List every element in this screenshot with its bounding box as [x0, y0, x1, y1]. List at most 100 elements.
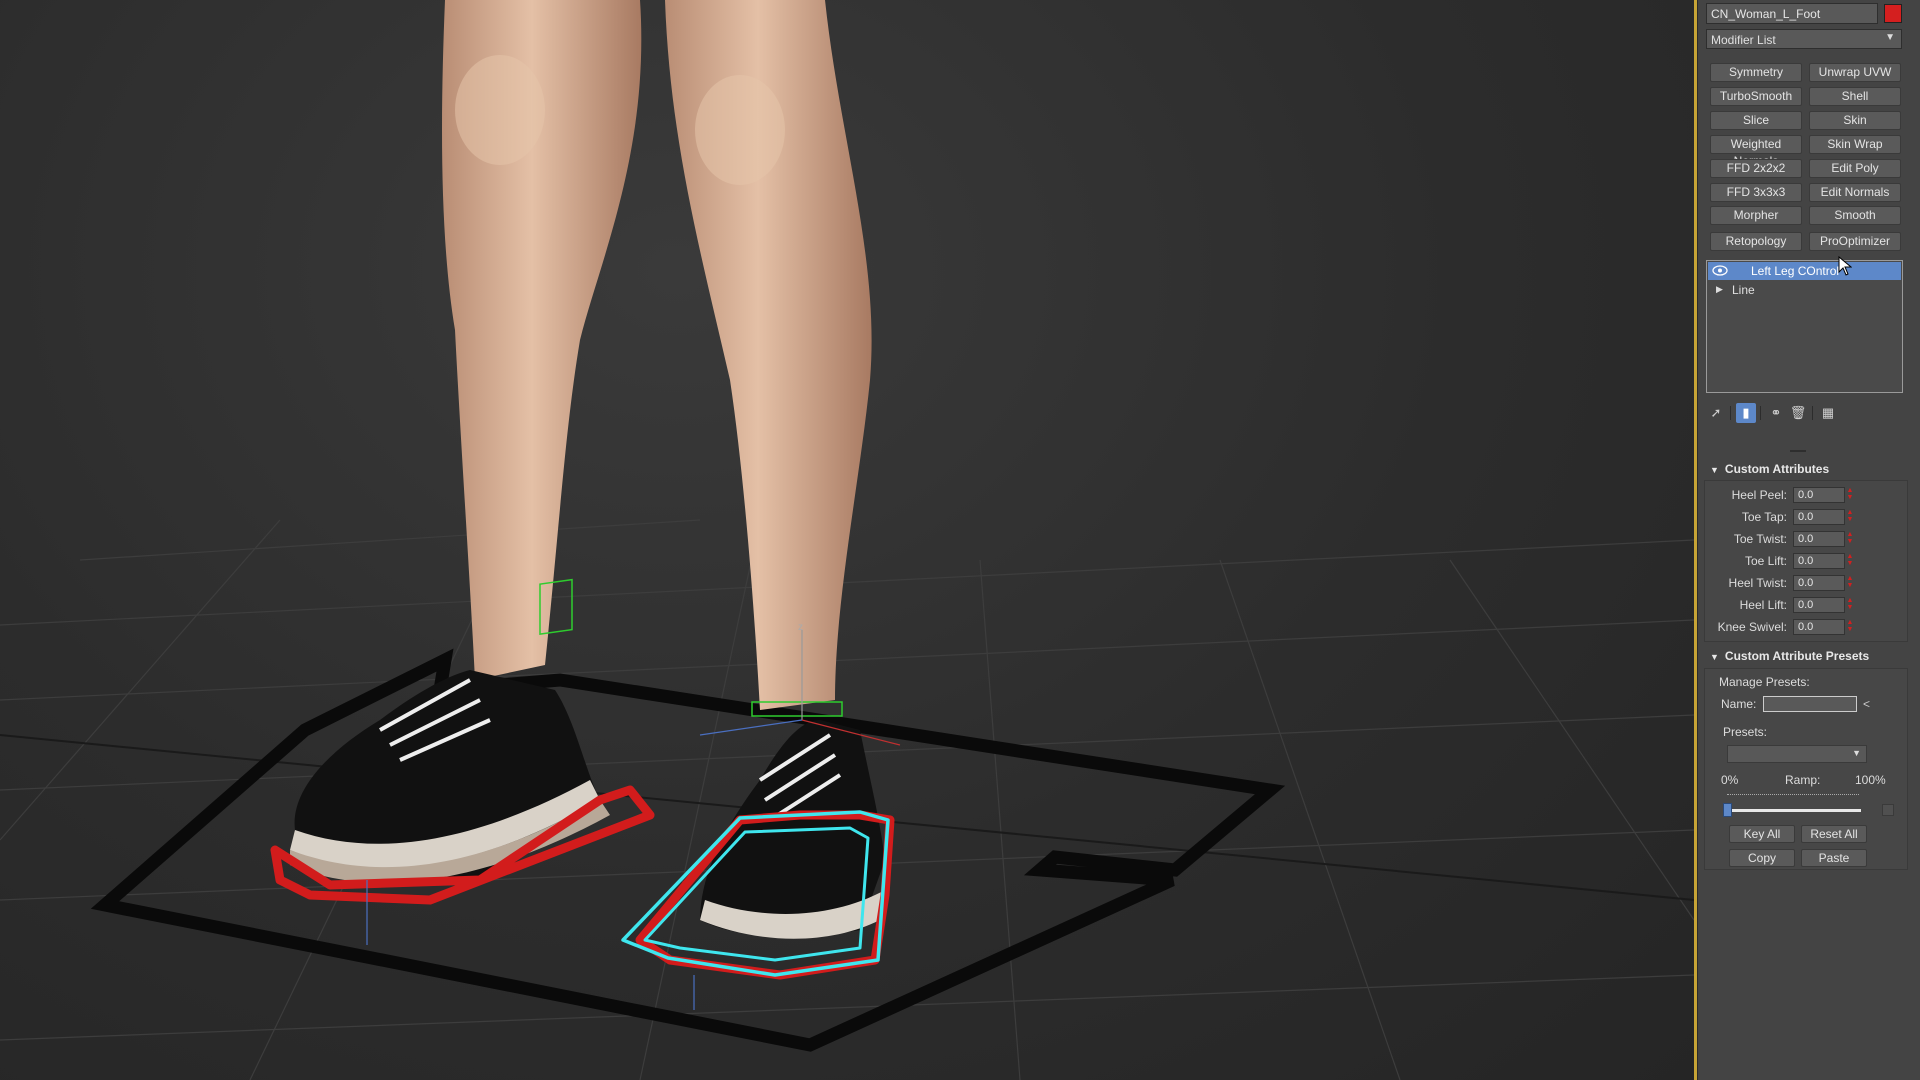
- toolbar-divider: [1812, 406, 1813, 420]
- spinner-arrows-icon[interactable]: ▲ ▼: [1846, 509, 1854, 525]
- spinner-arrows-icon[interactable]: ▲ ▼: [1846, 597, 1854, 613]
- left-sneaker: [270, 578, 655, 905]
- modifier-button-unwrap-uvw[interactable]: Unwrap UVW: [1809, 63, 1901, 82]
- paste-button[interactable]: Paste: [1801, 849, 1867, 867]
- modifier-button-prooptimizer[interactable]: ProOptimizer: [1809, 232, 1901, 251]
- attr-row-toe-lift: Toe Lift: 0.0 ▲ ▼: [1705, 553, 1905, 569]
- ramp-max-label: 100%: [1855, 773, 1886, 787]
- attr-row-heel-peel: Heel Peel: 0.0 ▲ ▼: [1705, 487, 1905, 503]
- rollout-custom-attributes-header[interactable]: ▼ Custom Attributes: [1710, 462, 1910, 480]
- ramp-ticks: [1727, 794, 1859, 798]
- stack-item-label: Line: [1732, 283, 1755, 297]
- gizmo-axis-label: z: [798, 622, 803, 633]
- stack-toolbar: ➚ ▮ ⚭ 🗑 ▦: [1706, 403, 1902, 423]
- modifier-list-label: Modifier List: [1711, 33, 1776, 47]
- toe-twist-spinner-field[interactable]: 0.0: [1793, 531, 1845, 547]
- stack-item-left-leg-control[interactable]: Left Leg COntrol: [1708, 262, 1901, 280]
- attr-label: Toe Tap:: [1741, 510, 1787, 524]
- rollout-presets-header[interactable]: ▼ Custom Attribute Presets: [1710, 649, 1910, 667]
- modifier-button-turbosmooth[interactable]: TurboSmooth: [1710, 87, 1802, 106]
- command-panel-modify: Modifier List ▼ Symmetry Unwrap UVW Turb…: [1697, 0, 1920, 1080]
- spinner-arrows-icon[interactable]: ▲ ▼: [1846, 531, 1854, 547]
- modifier-button-edit-poly[interactable]: Edit Poly: [1809, 159, 1901, 178]
- modifier-button-symmetry[interactable]: Symmetry: [1710, 63, 1802, 82]
- spinner-arrows-icon[interactable]: ▲ ▼: [1846, 487, 1854, 503]
- attr-label: Heel Peel:: [1731, 488, 1787, 502]
- attr-label: Heel Lift:: [1739, 598, 1787, 612]
- heel-lift-spinner-field[interactable]: 0.0: [1793, 597, 1845, 613]
- attr-row-knee-swivel: Knee Swivel: 0.0 ▲ ▼: [1705, 619, 1905, 635]
- ramp-min-label: 0%: [1721, 773, 1739, 787]
- modifier-button-retopology[interactable]: Retopology: [1710, 232, 1802, 251]
- attr-row-toe-tap: Toe Tap: 0.0 ▲ ▼: [1705, 509, 1905, 525]
- modifier-button-edit-normals[interactable]: Edit Normals: [1809, 183, 1901, 202]
- attr-label: Toe Lift:: [1744, 554, 1787, 568]
- presets-panel: Manage Presets: Name: < Presets: ▼ 0% Ra…: [1704, 668, 1908, 870]
- attr-row-heel-twist: Heel Twist: 0.0 ▲ ▼: [1705, 575, 1905, 591]
- modifier-button-skin-wrap[interactable]: Skin Wrap: [1809, 135, 1901, 154]
- heel-twist-spinner-field[interactable]: 0.0: [1793, 575, 1845, 591]
- ramp-key-box[interactable]: [1882, 804, 1894, 816]
- toe-lift-spinner-field[interactable]: 0.0: [1793, 553, 1845, 569]
- eye-icon[interactable]: [1712, 265, 1728, 276]
- stack-item-line[interactable]: ▶ Line: [1708, 281, 1901, 298]
- viewport-scene: z: [0, 0, 1694, 1080]
- right-sneaker: [621, 701, 895, 980]
- modifier-button-morpher[interactable]: Morpher: [1710, 206, 1802, 225]
- manage-presets-label: Manage Presets:: [1719, 675, 1810, 689]
- make-unique-icon[interactable]: ⚭: [1766, 403, 1786, 423]
- rollout-title: Custom Attribute Presets: [1724, 649, 1870, 663]
- presets-label: Presets:: [1723, 725, 1768, 739]
- ramp-label: Ramp:: [1785, 773, 1821, 787]
- object-color-swatch[interactable]: [1884, 4, 1902, 23]
- copy-button[interactable]: Copy: [1729, 849, 1795, 867]
- chevron-down-icon: ▼: [1885, 32, 1895, 43]
- attr-label: Toe Twist:: [1733, 532, 1787, 546]
- rollout-title: Custom Attributes: [1724, 462, 1830, 476]
- modifier-button-slice[interactable]: Slice: [1710, 111, 1802, 130]
- preset-name-label: Name:: [1721, 697, 1757, 711]
- spinner-arrows-icon[interactable]: ▲ ▼: [1846, 575, 1854, 591]
- modifier-button-ffd-2x2x2[interactable]: FFD 2x2x2: [1710, 159, 1802, 178]
- knee-swivel-spinner-field[interactable]: 0.0: [1793, 619, 1845, 635]
- modifier-button-shell[interactable]: Shell: [1809, 87, 1901, 106]
- reset-all-button[interactable]: Reset All: [1801, 825, 1867, 843]
- show-end-result-icon[interactable]: ▮: [1736, 403, 1756, 423]
- key-all-button[interactable]: Key All: [1729, 825, 1795, 843]
- modifier-button-skin[interactable]: Skin: [1809, 111, 1901, 130]
- configure-sets-icon[interactable]: ▦: [1818, 403, 1838, 423]
- modifier-button-ffd-3x3x3[interactable]: FFD 3x3x3: [1710, 183, 1802, 202]
- spinner-arrows-icon[interactable]: ▲ ▼: [1846, 619, 1854, 635]
- spinner-arrows-icon[interactable]: ▲ ▼: [1846, 553, 1854, 569]
- panel-resize-grip[interactable]: [1790, 450, 1806, 452]
- collapse-triangle-icon: ▼: [1710, 465, 1719, 475]
- object-name-field[interactable]: [1706, 3, 1878, 24]
- attr-row-heel-lift: Heel Lift: 0.0 ▲ ▼: [1705, 597, 1905, 613]
- attr-row-toe-twist: Toe Twist: 0.0 ▲ ▼: [1705, 531, 1905, 547]
- ramp-slider-thumb[interactable]: [1723, 803, 1732, 817]
- presets-dropdown[interactable]: ▼: [1727, 745, 1867, 763]
- collapse-triangle-icon: ▼: [1710, 652, 1719, 662]
- pin-stack-icon[interactable]: ➚: [1706, 403, 1726, 423]
- preset-name-input[interactable]: [1763, 696, 1857, 712]
- ramp-slider-track[interactable]: [1727, 809, 1861, 812]
- add-preset-button[interactable]: <: [1863, 697, 1870, 711]
- perspective-viewport[interactable]: z: [0, 0, 1694, 1080]
- modifier-stack[interactable]: Left Leg COntrol ▶ Line: [1706, 260, 1903, 393]
- chevron-down-icon: ▼: [1852, 748, 1861, 758]
- toolbar-divider: [1730, 406, 1731, 420]
- mouse-cursor-icon: [1838, 256, 1852, 276]
- modifier-button-smooth[interactable]: Smooth: [1809, 206, 1901, 225]
- modifier-button-weighted-normals[interactable]: Weighted Normals: [1710, 135, 1802, 168]
- custom-attributes-panel: Heel Peel: 0.0 ▲ ▼ Toe Tap: 0.0 ▲ ▼ Toe Tw…: [1704, 480, 1908, 642]
- attr-label: Knee Swivel:: [1717, 620, 1787, 634]
- toolbar-divider: [1760, 406, 1761, 420]
- stack-item-label: Left Leg COntrol: [1751, 264, 1840, 278]
- attr-label: Heel Twist:: [1728, 576, 1787, 590]
- character-legs: [442, 0, 872, 710]
- modifier-list-dropdown[interactable]: Modifier List ▼: [1706, 29, 1902, 49]
- toe-tap-spinner-field[interactable]: 0.0: [1793, 509, 1845, 525]
- heel-peel-spinner-field[interactable]: 0.0: [1793, 487, 1845, 503]
- expand-triangle-icon[interactable]: ▶: [1716, 284, 1723, 295]
- remove-modifier-icon[interactable]: 🗑: [1788, 403, 1808, 423]
